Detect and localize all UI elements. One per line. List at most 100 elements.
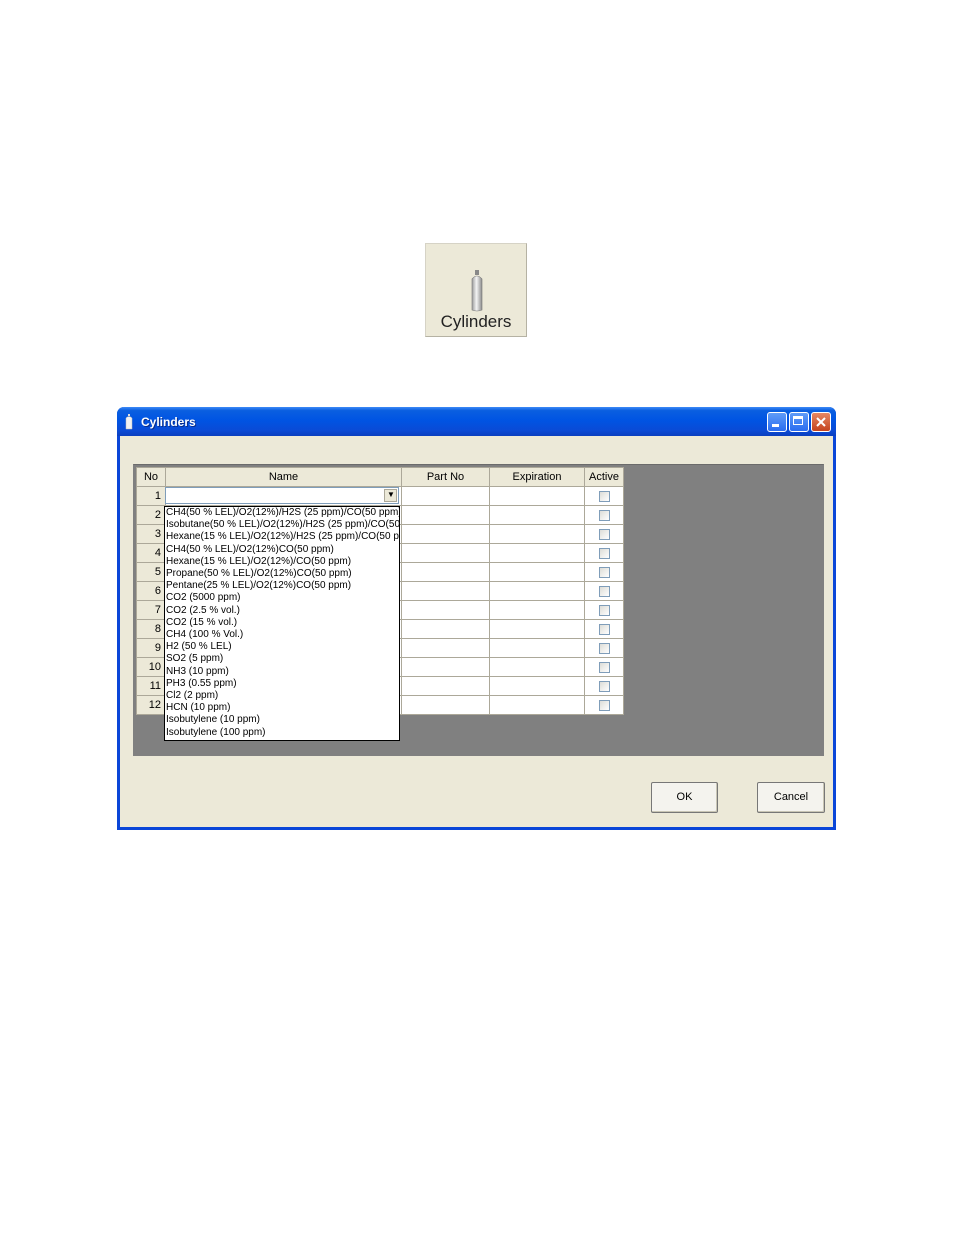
row-number: 6: [136, 581, 166, 601]
dialog-title: Cylinders: [141, 415, 196, 429]
title-bar[interactable]: Cylinders: [117, 407, 836, 436]
row-number: 12: [136, 695, 166, 715]
expiration-cell[interactable]: [489, 600, 585, 620]
dropdown-option[interactable]: CH4(50 % LEL)/O2(12%)CO(50 ppm): [165, 544, 399, 556]
active-checkbox[interactable]: [598, 509, 610, 521]
dropdown-option[interactable]: CO2 (2.5 % vol.): [165, 605, 399, 617]
close-icon: [816, 417, 826, 427]
row-number: 9: [136, 638, 166, 658]
chevron-down-icon: ▼: [387, 490, 395, 499]
cancel-button[interactable]: Cancel: [757, 782, 825, 813]
column-header-expiration[interactable]: Expiration: [489, 467, 585, 487]
maximize-icon: [793, 416, 803, 425]
expiration-cell[interactable]: [489, 524, 585, 544]
part-no-cell[interactable]: [401, 600, 490, 620]
part-no-cell[interactable]: [401, 543, 490, 563]
expiration-cell[interactable]: [489, 543, 585, 563]
active-cell: [584, 505, 624, 525]
part-no-cell[interactable]: [401, 619, 490, 639]
active-checkbox[interactable]: [598, 490, 610, 502]
column-header-active[interactable]: Active: [584, 467, 624, 487]
dropdown-option[interactable]: SO2 (5 ppm): [165, 653, 399, 665]
dropdown-option[interactable]: HCN (10 ppm): [165, 702, 399, 714]
active-cell: [584, 486, 624, 506]
part-no-cell[interactable]: [401, 505, 490, 525]
part-no-cell[interactable]: [401, 581, 490, 601]
expiration-cell[interactable]: [489, 619, 585, 639]
close-button[interactable]: [811, 412, 831, 432]
active-checkbox[interactable]: [598, 680, 610, 692]
active-checkbox[interactable]: [598, 547, 610, 559]
expiration-cell[interactable]: [489, 676, 585, 696]
name-dropdown-list[interactable]: CH4(50 % LEL)/O2(12%)/H2S (25 ppm)/CO(50…: [164, 506, 400, 741]
active-cell: [584, 524, 624, 544]
dropdown-option[interactable]: CH4(50 % LEL)/O2(12%)/H2S (25 ppm)/CO(50…: [165, 507, 399, 519]
row-number: 8: [136, 619, 166, 639]
maximize-button[interactable]: [789, 412, 809, 432]
row-number: 5: [136, 562, 166, 582]
expiration-cell[interactable]: [489, 486, 585, 506]
active-checkbox[interactable]: [598, 642, 610, 654]
part-no-cell[interactable]: [401, 524, 490, 544]
active-cell: [584, 562, 624, 582]
minimize-button[interactable]: [767, 412, 787, 432]
dropdown-option[interactable]: CO2 (5000 ppm): [165, 592, 399, 604]
part-no-cell[interactable]: [401, 676, 490, 696]
active-cell: [584, 657, 624, 677]
column-header-no[interactable]: No: [136, 467, 166, 487]
part-no-cell[interactable]: [401, 638, 490, 658]
active-cell: [584, 638, 624, 658]
column-header-name[interactable]: Name: [165, 467, 402, 487]
minimize-icon: [772, 424, 779, 427]
row-number: 3: [136, 524, 166, 544]
cylinders-toolbar-button[interactable]: Cylinders: [425, 243, 527, 337]
active-cell: [584, 581, 624, 601]
dropdown-option[interactable]: PH3 (0.55 ppm): [165, 678, 399, 690]
dropdown-option[interactable]: CO2 (15 % vol.): [165, 617, 399, 629]
ok-button[interactable]: OK: [651, 782, 718, 813]
expiration-cell[interactable]: [489, 638, 585, 658]
active-checkbox[interactable]: [598, 661, 610, 673]
dropdown-option[interactable]: CH4 (100 % Vol.): [165, 629, 399, 641]
active-checkbox[interactable]: [598, 585, 610, 597]
active-checkbox[interactable]: [598, 604, 610, 616]
combo-dropdown-button[interactable]: ▼: [384, 489, 397, 502]
active-checkbox[interactable]: [598, 528, 610, 540]
dropdown-option[interactable]: NH3 (10 ppm): [165, 666, 399, 678]
dropdown-option[interactable]: Propane(50 % LEL)/O2(12%)CO(50 ppm): [165, 568, 399, 580]
expiration-cell[interactable]: [489, 657, 585, 677]
dropdown-option[interactable]: Pentane(25 % LEL)/O2(12%)CO(50 ppm): [165, 580, 399, 592]
dropdown-option[interactable]: Isobutylene (100 ppm): [165, 727, 399, 739]
dropdown-option[interactable]: Hexane(15 % LEL)/O2(12%)/H2S (25 ppm)/CO…: [165, 531, 399, 543]
part-no-cell[interactable]: [401, 695, 490, 715]
active-cell: [584, 695, 624, 715]
active-cell: [584, 619, 624, 639]
active-checkbox[interactable]: [598, 566, 610, 578]
name-combo-box[interactable]: ▼: [165, 487, 399, 504]
row-number: 11: [136, 676, 166, 696]
row-number: 7: [136, 600, 166, 620]
dropdown-option[interactable]: Isobutane(50 % LEL)/O2(12%)/H2S (25 ppm)…: [165, 519, 399, 531]
expiration-cell[interactable]: [489, 581, 585, 601]
row-number: 10: [136, 657, 166, 677]
column-header-part-no[interactable]: Part No: [401, 467, 490, 487]
active-cell: [584, 543, 624, 563]
cylinders-dialog: Cylinders No Name Part No Expiration Act…: [117, 407, 836, 830]
expiration-cell[interactable]: [489, 505, 585, 525]
dropdown-option[interactable]: H2 (50 % LEL): [165, 641, 399, 653]
active-checkbox[interactable]: [598, 699, 610, 711]
cylinder-icon: [125, 414, 133, 430]
cylinders-toolbar-label: Cylinders: [440, 312, 512, 331]
part-no-cell[interactable]: [401, 486, 490, 506]
part-no-cell[interactable]: [401, 657, 490, 677]
expiration-cell[interactable]: [489, 695, 585, 715]
cylinder-icon: [471, 270, 483, 312]
active-checkbox[interactable]: [598, 623, 610, 635]
part-no-cell[interactable]: [401, 562, 490, 582]
active-cell: [584, 676, 624, 696]
expiration-cell[interactable]: [489, 562, 585, 582]
dropdown-option[interactable]: Isobutylene (10 ppm): [165, 714, 399, 726]
dropdown-option[interactable]: Cl2 (2 ppm): [165, 690, 399, 702]
dropdown-option[interactable]: Hexane(15 % LEL)/O2(12%)/CO(50 ppm): [165, 556, 399, 568]
row-number: 2: [136, 505, 166, 525]
